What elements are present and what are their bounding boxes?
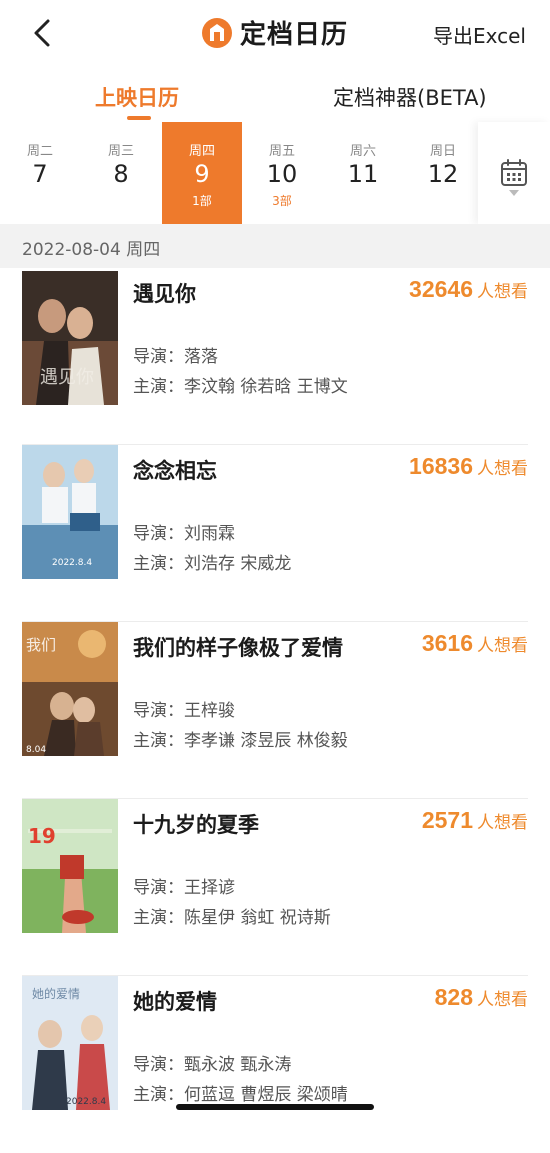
movie-cast: 主演：李孝谦 漆昱辰 林俊毅	[133, 731, 348, 751]
weekday-label: 周四	[188, 144, 215, 159]
movie-cast: 主演：李汶翰 徐若晗 王博文	[133, 377, 348, 397]
want-to-see-count: 2571 人想看	[422, 807, 528, 834]
want-count-suffix: 人想看	[477, 813, 528, 833]
svg-text:8.04: 8.04	[26, 745, 46, 755]
week-strip: 周二 7 周三 8 周四 9 1部 周五 10 3部 周六 11 周日 12	[0, 122, 550, 224]
movie-director: 导演：王梓骏	[133, 701, 235, 721]
weekday-label: 周三	[107, 144, 134, 159]
movie-cast: 主演：陈星伊 翁虹 祝诗斯	[133, 908, 331, 928]
day-number: 11	[347, 160, 379, 188]
svg-text:遇见你: 遇见你	[40, 367, 94, 388]
day-sun[interactable]: 周日 12	[403, 122, 483, 224]
day-sat[interactable]: 周六 11	[323, 122, 403, 224]
svg-text:19: 19	[28, 824, 56, 848]
nav-bar: 定档日历 导出Excel	[0, 0, 550, 66]
app-logo-icon	[201, 17, 232, 48]
want-count-number: 3616	[421, 630, 473, 656]
export-excel-button[interactable]: 导出Excel	[433, 20, 526, 49]
movie-item[interactable]: 她的爱情 2022.8.4 她的爱情 828 人想看 导演：甄永波 甄永涛 主演：…	[0, 976, 550, 1153]
weekday-label: 周日	[429, 144, 456, 159]
svg-text:她的爱情: 她的爱情	[32, 986, 80, 1001]
movie-title[interactable]: 念念相忘	[133, 455, 217, 485]
release-count: 1部	[192, 194, 212, 208]
movie-poster[interactable]: 2022.8.4	[22, 445, 118, 579]
movie-poster[interactable]: 我们 8.04	[22, 622, 118, 756]
movie-poster[interactable]: 遇见你	[22, 271, 118, 405]
want-count-number: 2571	[421, 807, 473, 833]
chevron-down-icon	[509, 190, 519, 196]
svg-text:2022.8.4: 2022.8.4	[52, 558, 92, 568]
want-count-number: 828	[434, 984, 473, 1010]
want-to-see-count: 828 人想看	[435, 984, 528, 1011]
tab-schedule-tool[interactable]: 定档神器(BETA)	[333, 82, 487, 112]
movie-item[interactable]: 2022.8.4 念念相忘 16836 人想看 导演：刘雨霖 主演：刘浩存 宋威龙	[0, 445, 550, 622]
want-count-suffix: 人想看	[477, 636, 528, 656]
want-to-see-count: 32646 人想看	[409, 276, 528, 303]
want-to-see-count: 3616 人想看	[422, 630, 528, 657]
want-count-suffix: 人想看	[477, 459, 528, 479]
active-tab-indicator	[127, 116, 151, 120]
day-tue[interactable]: 周二 7	[0, 122, 80, 224]
tab-bar: 上映日历 定档神器(BETA)	[0, 72, 550, 122]
movie-cast: 主演：何蓝逗 曹煜辰 梁颂晴	[133, 1085, 348, 1105]
day-wed[interactable]: 周三 8	[81, 122, 161, 224]
movie-director: 导演：甄永波 甄永涛	[133, 1055, 292, 1075]
date-header-text: 2022-08-04 周四	[22, 240, 161, 260]
want-to-see-count: 16836 人想看	[409, 453, 528, 480]
want-count-number: 16836	[409, 453, 473, 479]
want-count-suffix: 人想看	[477, 990, 528, 1010]
page-title: 定档日历	[239, 20, 348, 50]
home-indicator[interactable]	[176, 1104, 374, 1110]
movie-item[interactable]: 遇见你 遇见你 32646 人想看 导演：落落 主演：李汶翰 徐若晗 王博文	[0, 268, 550, 445]
movie-poster[interactable]: 她的爱情 2022.8.4	[22, 976, 118, 1110]
movie-director: 导演：王择谚	[133, 878, 235, 898]
svg-text:我们: 我们	[26, 636, 56, 654]
weekday-label: 周五	[268, 144, 295, 159]
movie-item[interactable]: 19 十九岁的夏季 2571 人想看 导演：王择谚 主演：陈星伊 翁虹 祝诗斯	[0, 799, 550, 976]
want-count-suffix: 人想看	[477, 282, 528, 302]
movie-item[interactable]: 我们 8.04 我们的样子像极了爱情 3616 人想看 导演：王梓骏 主演：李孝谦…	[0, 622, 550, 799]
movie-title[interactable]: 十九岁的夏季	[133, 809, 259, 839]
calendar-picker-button[interactable]	[478, 122, 550, 224]
release-count: 3部	[272, 194, 292, 208]
weekday-label: 周二	[26, 144, 53, 159]
day-number: 8	[113, 160, 129, 188]
movie-poster[interactable]: 19	[22, 799, 118, 933]
movie-director: 导演：刘雨霖	[133, 524, 235, 544]
weekday-label: 周六	[349, 144, 376, 159]
day-number: 9	[194, 160, 210, 188]
tab-release-calendar[interactable]: 上映日历	[95, 82, 179, 112]
want-count-number: 32646	[409, 276, 473, 302]
movie-title[interactable]: 她的爱情	[133, 986, 217, 1016]
movie-director: 导演：落落	[133, 347, 218, 367]
day-fri[interactable]: 周五 10 3部	[242, 122, 322, 224]
movie-title[interactable]: 我们的样子像极了爱情	[133, 632, 343, 662]
date-header: 2022-08-04 周四	[0, 224, 550, 268]
day-thu-selected[interactable]: 周四 9 1部	[162, 122, 242, 224]
calendar-icon	[501, 159, 527, 186]
movie-title[interactable]: 遇见你	[133, 278, 196, 308]
movie-cast: 主演：刘浩存 宋威龙	[133, 554, 292, 574]
svg-text:2022.8.4: 2022.8.4	[66, 1097, 106, 1107]
day-number: 7	[32, 160, 48, 188]
day-number: 12	[427, 160, 459, 188]
day-number: 10	[266, 160, 298, 188]
